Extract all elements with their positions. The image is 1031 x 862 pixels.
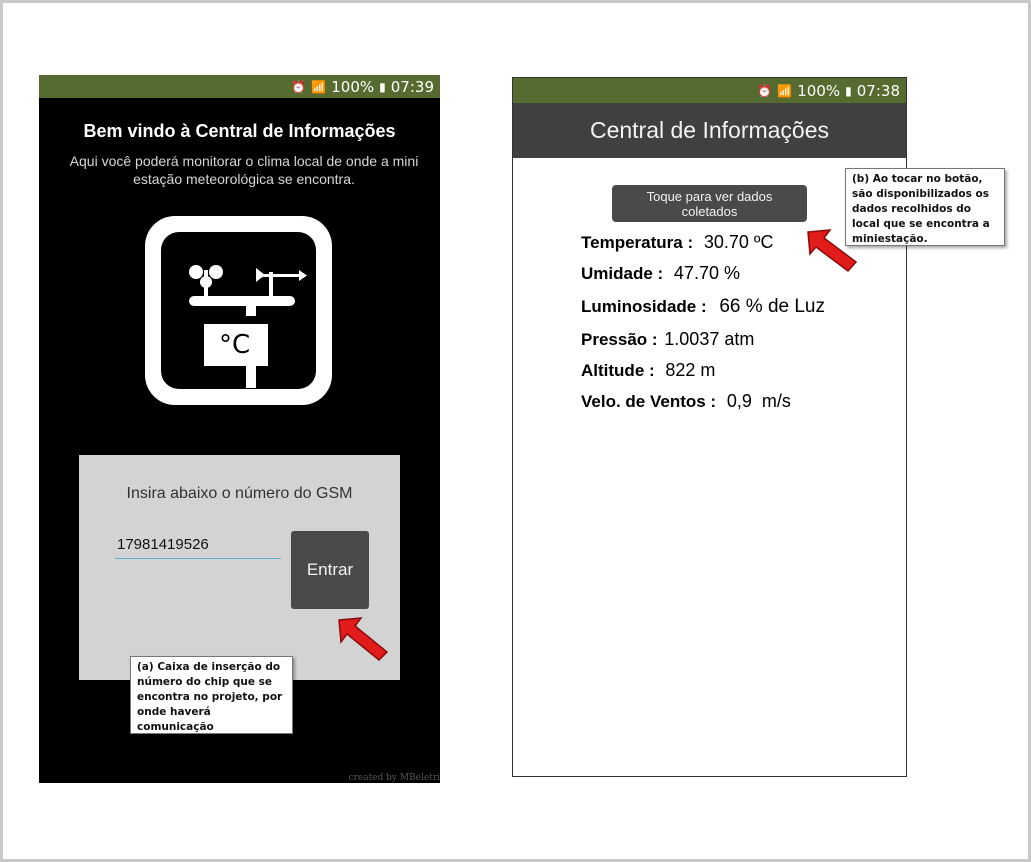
status-time: 07:38 <box>856 81 900 100</box>
status-bar: ⏰ 📶 100% ▮ 07:38 <box>513 78 906 103</box>
annotation-a: (a) Caixa de inserção do número do chip … <box>130 656 293 734</box>
battery-level: 100% <box>797 81 841 100</box>
wifi-icon: 📶 <box>777 83 793 98</box>
status-bar: ⏰ 📶 100% ▮ 07:39 <box>39 75 440 98</box>
app-title: Central de Informações <box>589 117 830 143</box>
arrow-icon <box>807 229 858 273</box>
welcome-title: Bem vindo à Central de Informações <box>83 121 396 141</box>
reading-value: 822 m <box>665 360 716 380</box>
reading-label: Umidade : <box>581 264 664 283</box>
reading-luminosity: Luminosidade : 66 % de Luz <box>581 296 825 318</box>
reading-label: Luminosidade : <box>581 297 707 316</box>
weather-station-icon: °C <box>145 216 332 405</box>
reading-value: 0,9 m/s <box>726 391 791 411</box>
battery-icon: ▮ <box>845 83 852 98</box>
reading-value: 1.0037 atm <box>664 329 755 349</box>
battery-icon: ▮ <box>379 79 386 94</box>
weather-station-glyph <box>189 265 307 388</box>
reading-label: Temperatura : <box>581 233 694 252</box>
credit-text: created by MBeletri <box>348 773 440 783</box>
arrow-icon <box>338 617 389 662</box>
reading-label: Velo. de Ventos : <box>581 392 717 411</box>
celsius-label: °C <box>219 330 251 360</box>
status-time: 07:39 <box>390 77 434 96</box>
enter-button[interactable]: Entrar <box>291 531 369 609</box>
reading-altitude: Altitude : 822 m <box>581 360 715 381</box>
reading-label: Altitude : <box>581 361 655 380</box>
gsm-number-input[interactable] <box>115 530 281 559</box>
alarm-clock-icon: ⏰ <box>757 83 773 98</box>
reading-value: 47.70 % <box>673 263 740 283</box>
view-data-button[interactable]: Toque para ver dados coletados <box>612 185 807 222</box>
welcome-subtitle: Aqui você poderá monitorar o clima local… <box>69 153 419 187</box>
reading-temperature: Temperatura : 30.70 ºC <box>581 232 773 253</box>
wifi-icon: 📶 <box>311 79 327 94</box>
battery-level: 100% <box>331 77 375 96</box>
reading-value: 66 % de Luz <box>719 296 825 317</box>
gsm-prompt: Insira abaixo o número do GSM <box>126 485 353 502</box>
reading-label: Pressão : <box>581 330 658 349</box>
app-title-bar: Central de Informações <box>513 103 906 158</box>
reading-humidity: Umidade : 47.70 % <box>581 263 740 284</box>
annotation-b: (b) Ao tocar no botão, são disponibiliza… <box>845 168 1005 246</box>
alarm-clock-icon: ⏰ <box>291 79 307 94</box>
reading-value: 30.70 ºC <box>703 232 774 252</box>
reading-pressure: Pressão : 1.0037 atm <box>581 329 754 350</box>
reading-wind-speed: Velo. de Ventos : 0,9 m/s <box>581 391 791 412</box>
